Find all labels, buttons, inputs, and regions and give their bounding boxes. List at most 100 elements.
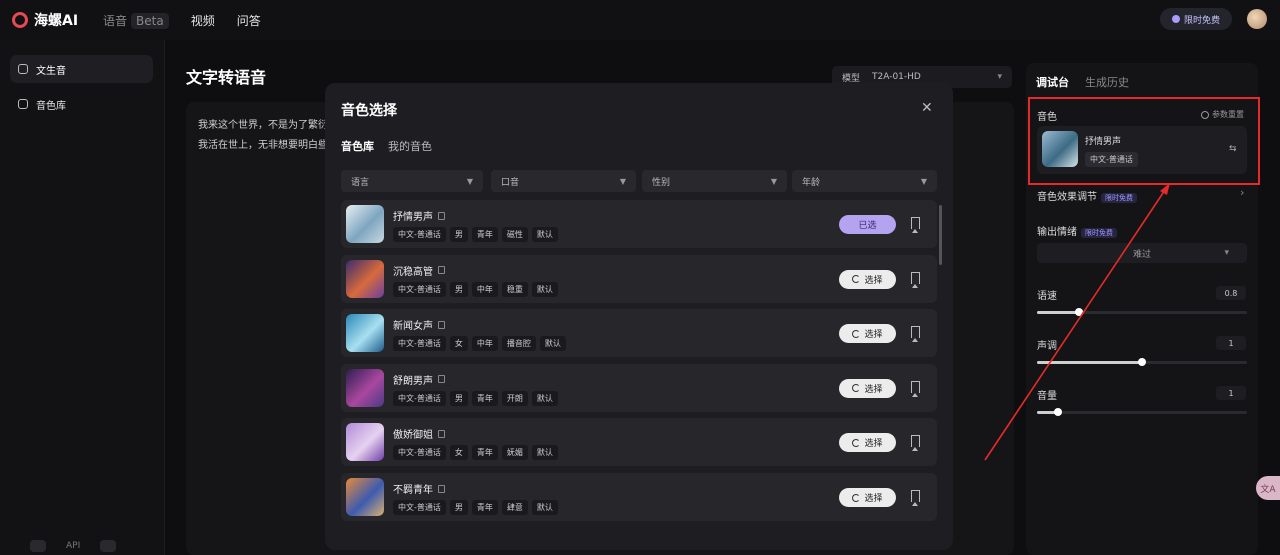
copy-icon[interactable]	[438, 484, 445, 493]
discord-icon[interactable]	[30, 540, 46, 552]
slider-knob[interactable]	[1075, 308, 1083, 316]
filter-age[interactable]: 年龄 ▼	[792, 170, 937, 192]
bookmark-icon[interactable]	[911, 217, 920, 233]
filter-language[interactable]: 语言 ▼	[341, 170, 483, 192]
voice-row[interactable]: 傲娇御姐 中文-普通话女青年 妩媚 默认 选择	[341, 418, 937, 467]
filter-gender[interactable]: 性别 ▼	[642, 170, 787, 192]
main-nav: 语音 Beta 视频 问答	[103, 12, 261, 29]
voice-tags: 中文-普通话男青年 肆意 默认	[393, 500, 558, 515]
emotion-label: 输出情绪	[1037, 227, 1077, 238]
volume-value[interactable]: 1	[1216, 386, 1246, 400]
copy-icon[interactable]	[438, 266, 445, 275]
emotion-badge: 限时免费	[1081, 228, 1117, 238]
copy-icon[interactable]	[438, 429, 445, 438]
voice-thumbnail	[346, 478, 384, 516]
beta-badge: Beta	[131, 13, 169, 29]
sidebar-item-text-to-speech[interactable]: 文生音	[10, 55, 153, 83]
voice-tag: 默认	[531, 390, 558, 406]
effect-label: 音色效果调节	[1037, 192, 1097, 203]
select-button[interactable]: 选择	[839, 324, 896, 344]
voice-thumbnail	[346, 368, 384, 407]
slider-fill	[1037, 311, 1079, 314]
voice-tag: 男	[449, 227, 468, 242]
collapse-icon[interactable]	[100, 540, 117, 552]
filter-accent[interactable]: 口音 ▼	[491, 170, 636, 192]
model-value: T2A-01-HD	[872, 72, 921, 82]
voice-thumbnail	[346, 205, 384, 243]
tab-console[interactable]: 调试台	[1036, 74, 1069, 90]
volume-slider[interactable]	[1037, 408, 1247, 416]
voice-tag: 默认	[531, 281, 558, 297]
close-icon[interactable]: ✕	[921, 100, 933, 116]
bookmark-icon[interactable]	[911, 490, 920, 506]
select-label: 选择	[864, 384, 883, 395]
select-button[interactable]: 选择	[839, 269, 896, 289]
voice-thumbnail	[346, 314, 384, 353]
model-label: 模型	[842, 73, 861, 84]
voice-tag: 中文-普通话	[393, 336, 446, 352]
select-label: 选择	[864, 275, 883, 286]
select-button[interactable]: 选择	[839, 488, 896, 507]
filter-label: 性别	[652, 177, 671, 188]
voice-tags: 中文-普通话男中年 稳重 默认	[393, 281, 558, 297]
voice-tag: 青年	[471, 390, 498, 406]
bookmark-icon[interactable]	[911, 435, 920, 452]
nav-video[interactable]: 视频	[191, 12, 215, 29]
emotion-select[interactable]: 难过 ▾	[1037, 243, 1247, 263]
voice-tag: 男	[449, 390, 468, 406]
voice-row[interactable]: 新闻女声 中文-普通话女中年 播音腔 默认 选择	[341, 309, 937, 358]
bookmark-icon[interactable]	[911, 271, 920, 288]
nav-voice[interactable]: 语音 Beta	[103, 12, 169, 29]
top-bar: 海螺AI 语音 Beta 视频 问答 限时免费	[0, 0, 1280, 40]
chevron-down-icon: ▼	[770, 176, 777, 186]
voice-row[interactable]: 不羁青年 中文-普通话男青年 肆意 默认 选择	[341, 473, 937, 521]
volume-label: 音量	[1037, 391, 1057, 402]
voice-row[interactable]: 沉稳高管 中文-普通话男中年 稳重 默认 选择	[341, 254, 937, 303]
speed-slider[interactable]	[1037, 308, 1247, 316]
tab-history[interactable]: 生成历史	[1085, 74, 1129, 90]
right-tabs: 调试台 生成历史	[1036, 74, 1129, 90]
pitch-slider[interactable]	[1037, 358, 1247, 366]
chevron-right-icon[interactable]: ›	[1240, 186, 1244, 199]
bookmark-icon[interactable]	[911, 380, 920, 397]
voice-tag: 青年	[471, 500, 498, 515]
brand-logo[interactable]: 海螺AI	[12, 10, 78, 30]
voice-tag: 中年	[471, 336, 498, 352]
translate-float-button[interactable]: 文A	[1256, 476, 1280, 500]
slider-fill	[1037, 361, 1142, 364]
voice-tag: 默认	[531, 500, 558, 515]
scrollbar[interactable]	[939, 205, 942, 265]
api-link[interactable]: API	[66, 541, 80, 551]
voice-row[interactable]: 舒朗男声 中文-普通话男青年 开朗 默认 选择	[341, 363, 937, 412]
voice-row[interactable]: 抒情男声 中文-普通话男青年 磁性 默认 已选	[341, 200, 937, 248]
filter-label: 语言	[351, 177, 370, 188]
promo-label: 限时免费	[1183, 15, 1220, 26]
effect-row[interactable]: 音色效果调节 限时免费	[1037, 188, 1137, 203]
highlight-box	[1028, 97, 1260, 185]
text-audio-icon	[18, 64, 28, 74]
refresh-icon	[852, 329, 861, 338]
nav-qa[interactable]: 问答	[237, 12, 261, 29]
select-button[interactable]: 选择	[839, 378, 896, 398]
tab-my-voices[interactable]: 我的音色	[388, 138, 432, 154]
user-avatar[interactable]	[1247, 9, 1267, 29]
voice-name: 抒情男声	[393, 212, 433, 223]
voice-tag: 中文-普通话	[393, 281, 446, 297]
speed-value[interactable]: 0.8	[1216, 286, 1246, 300]
copy-icon[interactable]	[438, 375, 445, 384]
refresh-icon	[852, 275, 861, 284]
chevron-down-icon: ▼	[619, 176, 626, 186]
select-button[interactable]: 选择	[839, 433, 896, 453]
tab-voice-library[interactable]: 音色库	[341, 138, 374, 154]
copy-icon[interactable]	[438, 320, 445, 329]
selected-button[interactable]: 已选	[839, 215, 896, 234]
pitch-value[interactable]: 1	[1216, 336, 1246, 350]
copy-icon[interactable]	[438, 211, 445, 220]
slider-knob[interactable]	[1054, 408, 1062, 416]
promo-button[interactable]: 限时免费	[1160, 8, 1232, 30]
voice-name-row: 新闻女声	[393, 317, 445, 332]
slider-knob[interactable]	[1138, 358, 1146, 366]
sidebar-item-voice-library[interactable]: 音色库	[10, 90, 153, 118]
voice-tag: 默认	[531, 445, 558, 461]
bookmark-icon[interactable]	[911, 326, 920, 343]
